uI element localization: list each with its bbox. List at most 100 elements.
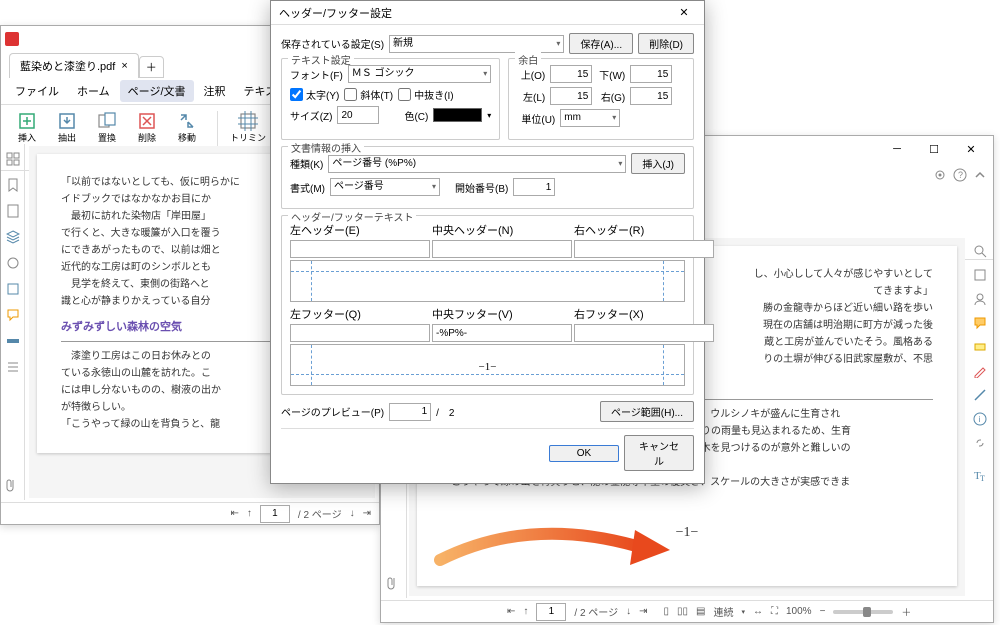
ok-button[interactable]: OK bbox=[549, 445, 619, 462]
text-icon[interactable]: TT bbox=[973, 468, 987, 482]
margin-bottom-input[interactable] bbox=[630, 65, 672, 83]
menu-file[interactable]: ファイル bbox=[7, 80, 67, 102]
svg-text:i: i bbox=[979, 415, 981, 424]
zoom-slider[interactable] bbox=[833, 610, 893, 614]
size-input[interactable] bbox=[337, 106, 379, 124]
view-single-icon[interactable]: ▯ bbox=[663, 606, 669, 617]
prev-page-icon[interactable]: ↑ bbox=[247, 508, 252, 519]
page-number-footer: −1− bbox=[441, 521, 933, 545]
bold-checkbox[interactable]: 太字(Y) bbox=[290, 87, 339, 102]
info-icon[interactable]: i bbox=[973, 412, 987, 426]
menu-annot[interactable]: 注釈 bbox=[196, 80, 234, 102]
doc-tab[interactable]: 藍染めと漆塗り.pdf× bbox=[9, 53, 139, 78]
margin-top-input[interactable] bbox=[550, 65, 592, 83]
zoom-out-icon[interactable]: − bbox=[820, 606, 826, 617]
unit-select[interactable]: mm bbox=[560, 109, 620, 127]
move-button[interactable]: 移動 bbox=[169, 111, 205, 144]
insert-button[interactable]: 挿入 bbox=[9, 111, 45, 144]
strike-checkbox[interactable]: 中抜き(I) bbox=[398, 87, 453, 102]
view-facing-icon[interactable]: ▯▯ bbox=[677, 606, 688, 617]
link-icon[interactable] bbox=[6, 282, 20, 296]
page-icon[interactable] bbox=[6, 204, 20, 218]
close-icon[interactable]: ✕ bbox=[953, 137, 989, 161]
lh-input[interactable] bbox=[290, 240, 430, 258]
next-page-icon[interactable]: ↓ bbox=[626, 606, 631, 617]
extract-button[interactable]: 抽出 bbox=[49, 111, 85, 144]
pen-icon[interactable] bbox=[973, 364, 987, 378]
italic-checkbox[interactable]: 斜体(T) bbox=[344, 87, 393, 102]
attachment-icon[interactable] bbox=[387, 576, 401, 590]
unit-label: 単位(U) bbox=[517, 111, 555, 126]
statusbar: ⇤ ↑ / 2 ページ ↓ ⇥ bbox=[1, 502, 379, 524]
layers-icon[interactable] bbox=[6, 230, 20, 244]
view-mode[interactable]: 連続 bbox=[713, 604, 733, 619]
preview-page-number: −1− bbox=[291, 361, 684, 373]
redact-icon[interactable] bbox=[6, 334, 20, 348]
view-cont-icon[interactable]: ▤ bbox=[696, 606, 705, 617]
font-select[interactable]: ＭＳ ゴシック bbox=[348, 65, 491, 83]
close-icon[interactable]: ✕ bbox=[672, 6, 696, 19]
search-icon[interactable] bbox=[973, 244, 987, 258]
gear-icon[interactable] bbox=[933, 168, 947, 182]
maximize-icon[interactable]: ☐ bbox=[916, 137, 952, 161]
menu-page[interactable]: ページ/文書 bbox=[120, 80, 194, 102]
svg-text:T: T bbox=[980, 474, 985, 482]
format-select[interactable]: ページ番号 bbox=[330, 178, 440, 196]
page-input[interactable] bbox=[260, 505, 290, 523]
page-total-2: / 2 ページ bbox=[574, 604, 618, 619]
thumbnails-icon[interactable] bbox=[6, 152, 20, 166]
dialog-title: ヘッダー/フッター設定 bbox=[279, 5, 392, 21]
margin-left-input[interactable] bbox=[550, 87, 592, 105]
app-icon bbox=[5, 32, 19, 46]
highlight-icon[interactable] bbox=[973, 340, 987, 354]
close-icon[interactable]: × bbox=[121, 60, 127, 72]
font-label: フォント(F) bbox=[290, 67, 343, 82]
cancel-button[interactable]: キャンセル bbox=[624, 435, 694, 471]
stamp-icon[interactable] bbox=[6, 256, 20, 270]
list-icon[interactable] bbox=[6, 360, 20, 374]
lf-input[interactable] bbox=[290, 324, 430, 342]
menu-home[interactable]: ホーム bbox=[69, 80, 118, 102]
insert-button[interactable]: 挿入(J) bbox=[631, 153, 685, 174]
select-icon[interactable] bbox=[973, 268, 987, 282]
first-page-icon[interactable]: ⇤ bbox=[507, 606, 515, 617]
rf-input[interactable] bbox=[574, 324, 714, 342]
new-tab[interactable]: ＋ bbox=[139, 56, 164, 78]
left-sidebar bbox=[1, 144, 25, 500]
minimize-icon[interactable]: ─ bbox=[879, 137, 915, 161]
zoom-in-icon[interactable]: ＋ bbox=[901, 604, 911, 619]
bookmark-icon[interactable] bbox=[6, 178, 20, 192]
help-icon[interactable]: ? bbox=[953, 168, 967, 182]
user-icon[interactable] bbox=[973, 292, 987, 306]
ch-input[interactable] bbox=[432, 240, 572, 258]
next-page-icon[interactable]: ↓ bbox=[350, 508, 355, 519]
margin-right-input[interactable] bbox=[630, 87, 672, 105]
fit-page-icon[interactable]: ⛶ bbox=[771, 606, 778, 617]
first-page-icon[interactable]: ⇤ bbox=[231, 508, 239, 519]
prev-page-icon[interactable]: ↑ bbox=[523, 606, 528, 617]
rh-input[interactable] bbox=[574, 240, 714, 258]
color-picker[interactable] bbox=[433, 108, 482, 122]
link2-icon[interactable] bbox=[973, 436, 987, 450]
cf-input[interactable] bbox=[432, 324, 572, 342]
last-page-icon[interactable]: ⇥ bbox=[363, 508, 371, 519]
attachment-icon[interactable] bbox=[6, 478, 20, 492]
page-input-2[interactable] bbox=[536, 603, 566, 621]
save-button[interactable]: 保存(A)... bbox=[569, 33, 633, 54]
collapse-icon[interactable] bbox=[973, 168, 987, 182]
delete-button[interactable]: 削除(D) bbox=[638, 33, 694, 54]
page-range-button[interactable]: ページ範囲(H)... bbox=[600, 401, 694, 422]
line-icon[interactable] bbox=[973, 388, 987, 402]
fit-width-icon[interactable]: ↔ bbox=[753, 606, 763, 617]
size-label: サイズ(Z) bbox=[290, 108, 332, 123]
saved-settings-select[interactable]: 新規 bbox=[389, 35, 564, 53]
zoom-label: 100% bbox=[786, 606, 812, 617]
note-icon[interactable] bbox=[973, 316, 987, 330]
replace-button[interactable]: 置換 bbox=[89, 111, 125, 144]
startnum-input[interactable] bbox=[513, 178, 555, 196]
delete-button[interactable]: 削除 bbox=[129, 111, 165, 144]
page-preview-input[interactable] bbox=[389, 403, 431, 421]
last-page-icon[interactable]: ⇥ bbox=[639, 606, 647, 617]
type-select[interactable]: ページ番号 (%P%) bbox=[328, 155, 626, 173]
comment-icon[interactable] bbox=[6, 308, 20, 322]
